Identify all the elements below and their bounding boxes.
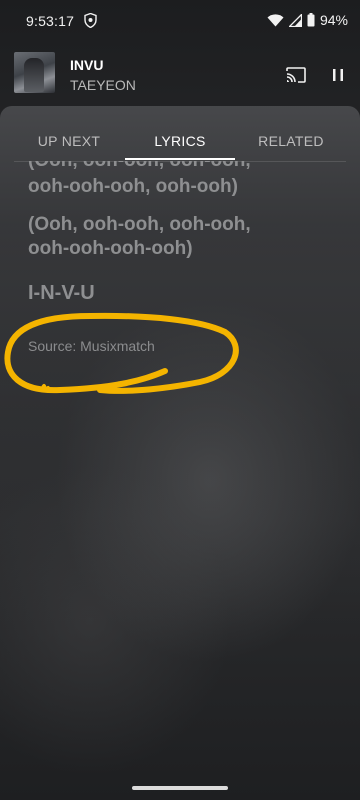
highlight-circle-annotation (4, 312, 239, 394)
cast-button[interactable] (284, 64, 308, 86)
lyric-block: (Ooh, ooh-ooh, ooh-ooh, ooh-ooh-ooh-ooh) (28, 213, 251, 261)
cast-icon (286, 67, 306, 83)
wifi-icon (267, 13, 284, 26)
album-art-figure (24, 58, 44, 92)
lyric-line: (Ooh, ooh-ooh, ooh-ooh, (28, 161, 251, 173)
tab-lyrics[interactable]: LYRICS (125, 133, 235, 149)
track-title: INVU (70, 57, 104, 73)
status-time: 9:53:17 (26, 13, 75, 29)
pause-icon (333, 69, 343, 81)
cellular-signal-icon (288, 13, 302, 27)
pause-button[interactable] (326, 64, 350, 86)
battery-percentage: 94% (319, 12, 348, 28)
album-art[interactable] (14, 52, 55, 93)
tab-related[interactable]: RELATED (236, 133, 346, 149)
status-bar: 9:53:17 94% (0, 0, 360, 44)
shield-icon (84, 13, 97, 28)
tab-up-next[interactable]: UP NEXT (14, 133, 124, 149)
lyric-line: (Ooh, ooh-ooh, ooh-ooh, (28, 214, 251, 235)
lyric-line: ooh-ooh-ooh, ooh-ooh) (28, 176, 238, 197)
lyric-block: ooh-ooh-ooh, ooh-ooh) (28, 175, 238, 199)
tab-bar: UP NEXT LYRICS RELATED (14, 106, 346, 162)
track-artist: TAEYEON (70, 77, 136, 93)
lyric-line: ooh-ooh-ooh-ooh) (28, 238, 193, 259)
selected-tab-indicator (125, 158, 235, 160)
music-player-screen: 9:53:17 94% INVU TAEYEON UP NEXT LYRICS … (0, 0, 360, 800)
lyric-line-partial: (Ooh, ooh-ooh, ooh-ooh, (28, 161, 251, 173)
status-icons: 94% (267, 12, 348, 28)
battery-icon (307, 13, 315, 27)
home-indicator[interactable] (132, 786, 228, 790)
now-playing-bar[interactable]: INVU TAEYEON (0, 44, 360, 106)
